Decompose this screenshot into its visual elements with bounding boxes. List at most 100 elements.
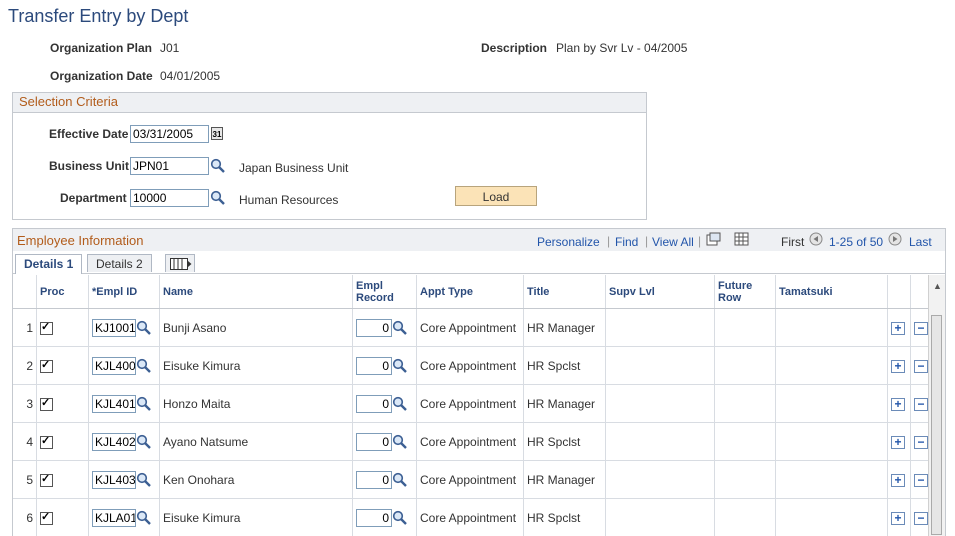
plus-icon[interactable]: + — [891, 435, 905, 449]
first-label[interactable]: First — [781, 235, 804, 249]
column-header-add — [887, 275, 911, 309]
column-header-future-row[interactable]: Future Row — [714, 275, 776, 309]
proc-cell — [36, 422, 89, 461]
effective-date-field[interactable]: 03/31/2005 — [130, 125, 209, 143]
name-cell: Ken Onohara — [159, 460, 353, 499]
empl-record-field[interactable]: 0 — [356, 508, 392, 527]
effective-date-label: Effective Date — [49, 127, 129, 141]
proc-checkbox[interactable] — [40, 320, 53, 335]
show-all-columns-tab[interactable] — [165, 254, 195, 272]
title-cell: HR Spclst — [523, 346, 606, 385]
business-unit-field[interactable]: JPN01 — [130, 157, 209, 175]
minus-icon[interactable]: − — [914, 321, 928, 335]
view-all-link[interactable]: View All — [652, 235, 694, 249]
last-link[interactable]: Last — [909, 235, 932, 249]
department-field[interactable]: 10000 — [130, 189, 209, 207]
magnifier-icon[interactable] — [136, 434, 152, 450]
previous-icon[interactable] — [809, 232, 823, 246]
minus-icon[interactable]: − — [914, 359, 928, 373]
column-header-proc[interactable]: Proc — [36, 275, 89, 309]
empl-record-field[interactable]: 0 — [356, 394, 392, 413]
org-plan-label: Organization Plan — [50, 41, 153, 55]
magnifier-icon[interactable] — [136, 358, 152, 374]
column-header-tamatsuki[interactable]: Tamatsuki — [775, 275, 888, 309]
empl-id-cell: KJ1001 — [88, 308, 160, 347]
scroll-thumb[interactable] — [931, 315, 942, 535]
proc-cell — [36, 346, 89, 385]
empl-id-field[interactable]: KJL400 — [92, 356, 136, 375]
minus-icon[interactable]: − — [914, 435, 928, 449]
business-unit-label: Business Unit — [49, 159, 130, 173]
empl-record-cell: 0 — [352, 498, 417, 536]
proc-checkbox[interactable] — [40, 510, 53, 525]
empl-id-field[interactable]: KJLA01 — [92, 508, 136, 527]
download-grid-icon[interactable] — [734, 232, 749, 246]
plus-icon[interactable]: + — [891, 397, 905, 411]
load-button[interactable]: Load — [455, 186, 537, 206]
empl-id-field[interactable]: KJL403 — [92, 470, 136, 489]
plus-icon[interactable]: + — [891, 473, 905, 487]
personalize-link[interactable]: Personalize — [537, 235, 600, 249]
minus-icon[interactable]: − — [914, 397, 928, 411]
scroll-up-icon[interactable]: ▲ — [933, 281, 942, 291]
magnifier-icon[interactable] — [392, 358, 408, 374]
empl-id-field[interactable]: KJL402 — [92, 432, 136, 451]
empl-record-field[interactable]: 0 — [356, 470, 392, 489]
page-title: Transfer Entry by Dept — [8, 6, 189, 26]
next-icon[interactable] — [888, 232, 902, 246]
magnifier-icon[interactable] — [136, 396, 152, 412]
empl-id-field[interactable]: KJL401 — [92, 394, 136, 413]
column-header-title[interactable]: Title — [523, 275, 606, 309]
minus-icon[interactable]: − — [914, 473, 928, 487]
empl-id-field[interactable]: KJ1001 — [92, 318, 136, 337]
column-header-rownum — [13, 275, 37, 309]
plus-icon[interactable]: + — [891, 321, 905, 335]
proc-checkbox[interactable] — [40, 358, 53, 373]
calendar-icon[interactable]: 31 — [211, 127, 223, 140]
add-cell: + — [887, 498, 911, 536]
grid-scrollbar[interactable]: ▲ — [928, 275, 945, 536]
add-cell: + — [887, 346, 911, 385]
separator: | — [645, 234, 649, 248]
magnifier-icon[interactable] — [210, 158, 226, 174]
table-row: 4 KJL402 Ayano Natsume0 Core AppointmentHR … — [13, 422, 934, 461]
magnifier-icon[interactable] — [136, 510, 152, 526]
future-row-cell — [714, 460, 776, 499]
column-header-appt-type[interactable]: Appt Type — [416, 275, 524, 309]
proc-cell — [36, 498, 89, 536]
row-number: 1 — [13, 308, 37, 347]
minus-icon[interactable]: − — [914, 511, 928, 525]
magnifier-icon[interactable] — [392, 434, 408, 450]
plus-icon[interactable]: + — [891, 511, 905, 525]
empl-record-cell: 0 — [352, 308, 417, 347]
proc-checkbox[interactable] — [40, 396, 53, 411]
magnifier-icon[interactable] — [136, 320, 152, 336]
new-window-icon[interactable] — [706, 232, 721, 246]
description-label: Description — [481, 41, 548, 55]
magnifier-icon[interactable] — [136, 472, 152, 488]
column-header-supv-lvl[interactable]: Supv Lvl — [605, 275, 715, 309]
column-header-name[interactable]: Name — [159, 275, 353, 309]
column-header-empl-record[interactable]: Empl Record — [352, 275, 417, 309]
empl-record-field[interactable]: 0 — [356, 432, 392, 451]
empl-record-field[interactable]: 0 — [356, 318, 392, 337]
magnifier-icon[interactable] — [392, 472, 408, 488]
empl-record-field[interactable]: 0 — [356, 356, 392, 375]
column-header-empl-id[interactable]: *Empl ID — [88, 275, 160, 309]
add-cell: + — [887, 422, 911, 461]
tamatsuki-cell — [775, 498, 888, 536]
tab-details-2[interactable]: Details 2 — [87, 254, 152, 272]
proc-checkbox[interactable] — [40, 434, 53, 449]
plus-icon[interactable]: + — [891, 359, 905, 373]
appt-type-cell: Core Appointment — [416, 422, 524, 461]
tab-details-1[interactable]: Details 1 — [15, 254, 83, 274]
magnifier-icon[interactable] — [392, 396, 408, 412]
magnifier-icon[interactable] — [210, 190, 226, 206]
row-number: 2 — [13, 346, 37, 385]
find-link[interactable]: Find — [615, 235, 638, 249]
magnifier-icon[interactable] — [392, 510, 408, 526]
proc-checkbox[interactable] — [40, 472, 53, 487]
empl-record-cell: 0 — [352, 346, 417, 385]
magnifier-icon[interactable] — [392, 320, 408, 336]
department-description: Human Resources — [239, 193, 339, 207]
